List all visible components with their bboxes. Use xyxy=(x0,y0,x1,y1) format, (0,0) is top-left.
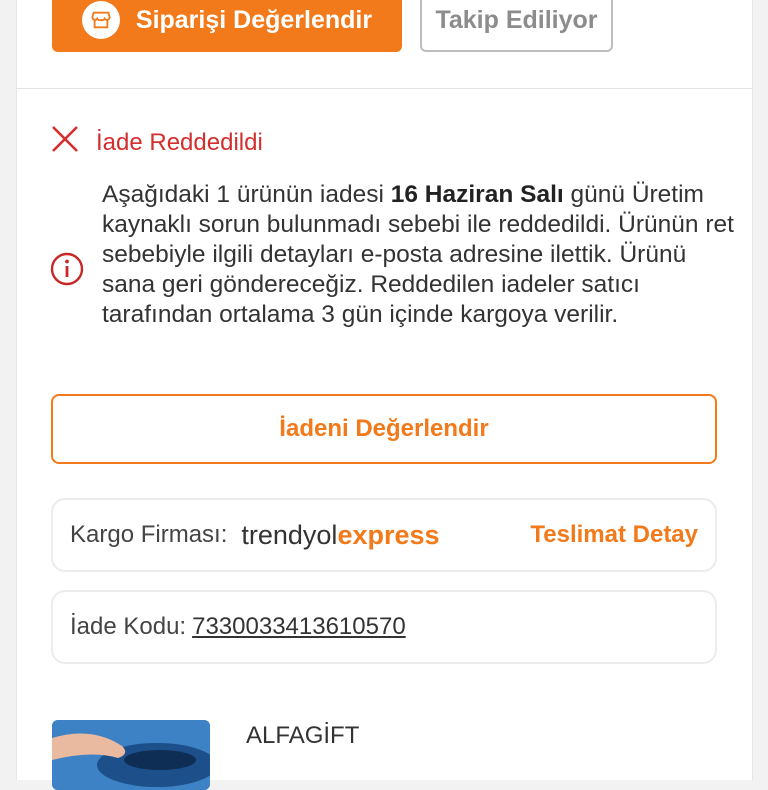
product-brand: ALFAGİFT xyxy=(246,722,360,749)
following-button[interactable]: Takip Ediliyor xyxy=(420,0,613,52)
notice-line-prefix: Aşağıdaki 1 ürünün iadesi xyxy=(102,181,391,208)
close-icon xyxy=(50,124,80,161)
cargo-label: Kargo Firması: xyxy=(70,521,228,548)
return-code-value[interactable]: 7330033413610570 xyxy=(192,613,406,641)
notice-date: 16 Haziran Salı xyxy=(390,181,564,208)
info-icon xyxy=(50,252,84,291)
divider xyxy=(16,88,752,89)
rate-return-label: İadeni Değerlendir xyxy=(279,415,489,442)
delivery-detail-link[interactable]: Teslimat Detay xyxy=(530,521,698,549)
rejection-notice-text: Aşağıdaki 1 ürünün iadesi 16 Haziran Sal… xyxy=(102,180,742,330)
product-image[interactable] xyxy=(52,720,210,790)
brand-part-express: express xyxy=(337,519,440,550)
shop-icon xyxy=(81,1,120,39)
rate-order-button[interactable]: Siparişi Değerlendir xyxy=(52,0,402,52)
cargo-info-box: Kargo Firması: trendyolexpress Teslimat … xyxy=(51,498,717,572)
return-code-label: İade Kodu: xyxy=(70,613,187,640)
return-status: İade Reddedildi xyxy=(50,124,263,161)
return-status-title: İade Reddedildi xyxy=(96,128,263,156)
following-label: Takip Ediliyor xyxy=(435,5,598,34)
return-code-box: İade Kodu: 7330033413610570 xyxy=(51,590,717,664)
cargo-brand-logo: trendyolexpress xyxy=(241,520,439,551)
rate-order-label: Siparişi Değerlendir xyxy=(135,5,373,34)
rate-return-button[interactable]: İadeni Değerlendir xyxy=(51,394,717,464)
brand-part-trendyol: trendyol xyxy=(241,519,338,550)
notice-line-suffix: günü xyxy=(563,181,626,208)
